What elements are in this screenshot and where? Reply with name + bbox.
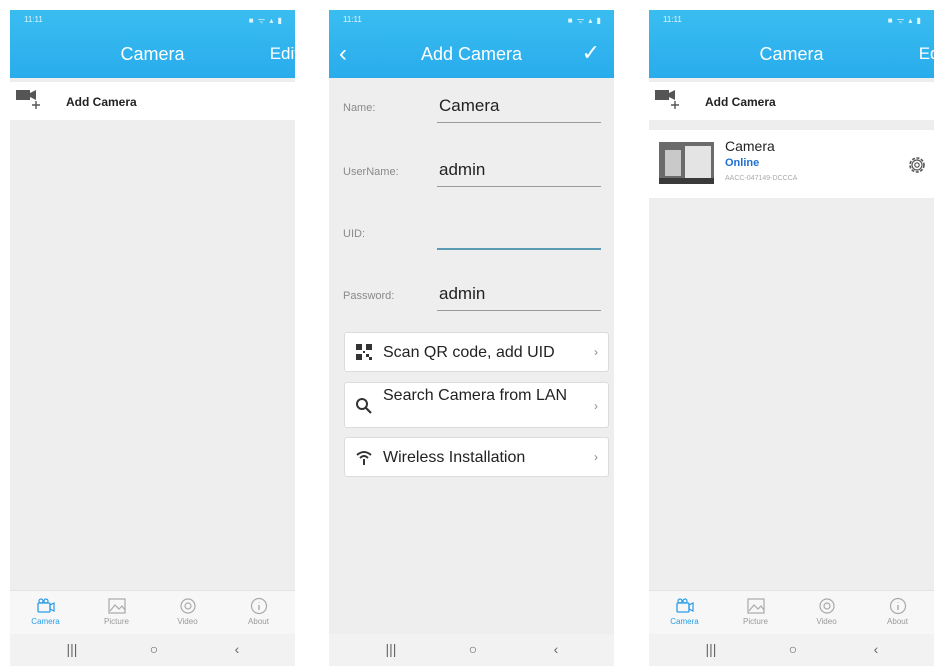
card-label: Wireless Installation bbox=[383, 449, 526, 466]
add-camera-row[interactable]: Add Camera bbox=[649, 82, 934, 120]
card-label: Search Camera from LAN bbox=[383, 387, 568, 404]
status-icons: ■ ᯤ ▴ ▮ bbox=[887, 16, 922, 25]
status-time: 11:11 bbox=[663, 15, 682, 24]
status-bar: 11:11 ■ ᯤ ▴ ▮ bbox=[10, 10, 295, 30]
tab-label: Camera bbox=[670, 617, 699, 626]
home-button[interactable]: ○ bbox=[134, 641, 174, 657]
scan-qr-button[interactable]: Scan QR code, add UID › bbox=[344, 332, 609, 372]
tab-camera[interactable]: Camera bbox=[10, 591, 81, 635]
confirm-check-icon[interactable]: ✓ bbox=[582, 40, 600, 66]
wifi-icon bbox=[356, 451, 372, 465]
add-camera-label: Add Camera bbox=[705, 95, 776, 109]
field-label: UID: bbox=[343, 228, 365, 240]
tab-label: About bbox=[248, 617, 269, 626]
camera-icon bbox=[36, 598, 55, 613]
back-nav-button[interactable]: ‹ bbox=[536, 641, 576, 657]
home-button[interactable]: ○ bbox=[453, 641, 493, 657]
app-header: 11:11 ■ ᯤ ▴ ▮ ‹ Add Camera ✓ bbox=[329, 10, 614, 78]
page-title: Add Camera bbox=[420, 44, 523, 64]
field-label: UserName: bbox=[343, 166, 399, 178]
info-icon bbox=[889, 597, 906, 615]
recents-button[interactable]: ||| bbox=[371, 641, 411, 657]
field-label: Password: bbox=[343, 290, 395, 302]
tab-label: Camera bbox=[31, 617, 60, 626]
qr-code-icon bbox=[356, 344, 372, 360]
add-camera-screen: 11:11 ■ ᯤ ▴ ▮ ‹ Add Camera ✓ Name: Camer… bbox=[329, 10, 614, 666]
tab-label: Video bbox=[177, 617, 198, 626]
edit-button[interactable]: Edit bbox=[919, 44, 934, 64]
back-nav-button[interactable]: ‹ bbox=[856, 641, 896, 657]
field-value[interactable]: admin bbox=[439, 284, 485, 304]
system-nav-bar: ||| ○ ‹ bbox=[329, 634, 614, 666]
camera-device-row[interactable]: Camera Online AACC-047149-DCCCA bbox=[649, 130, 934, 198]
app-header: 11:11 ■ ᯤ ▴ ▮ Camera Edit bbox=[10, 10, 295, 78]
tab-label: About bbox=[887, 617, 908, 626]
field-underline bbox=[437, 310, 601, 311]
tab-label: Picture bbox=[743, 617, 768, 626]
card-label: Scan QR code, add UID bbox=[383, 344, 555, 361]
chevron-right-icon: › bbox=[594, 450, 598, 464]
camera-uid: AACC-047149-DCCCA bbox=[725, 175, 798, 182]
recents-button[interactable]: ||| bbox=[691, 641, 731, 657]
status-time: 11:11 bbox=[24, 15, 43, 24]
status-bar: 11:11 ■ ᯤ ▴ ▮ bbox=[329, 10, 614, 30]
video-icon bbox=[818, 598, 835, 614]
status-icons: ■ ᯤ ▴ ▮ bbox=[248, 16, 283, 25]
tab-bar: Camera Picture Video About bbox=[649, 590, 934, 635]
field-underline bbox=[437, 122, 601, 123]
search-lan-button[interactable]: Search Camera from LAN › bbox=[344, 382, 609, 428]
status-bar: 11:11 ■ ᯤ ▴ ▮ bbox=[649, 10, 934, 30]
edit-button[interactable]: Edit bbox=[270, 44, 295, 64]
camera-icon bbox=[675, 598, 694, 613]
tab-picture[interactable]: Picture bbox=[720, 591, 791, 635]
status-icons: ■ ᯤ ▴ ▮ bbox=[567, 16, 602, 25]
field-underline bbox=[437, 248, 601, 250]
chevron-right-icon: › bbox=[594, 399, 598, 413]
add-camera-icon bbox=[16, 90, 40, 109]
tab-label: Video bbox=[816, 617, 837, 626]
add-camera-icon bbox=[655, 90, 679, 109]
tab-about[interactable]: About bbox=[862, 591, 933, 635]
username-field[interactable]: UserName: admin bbox=[343, 152, 614, 192]
recents-button[interactable]: ||| bbox=[52, 641, 92, 657]
chevron-right-icon: › bbox=[594, 345, 598, 359]
home-button[interactable]: ○ bbox=[773, 641, 813, 657]
camera-thumbnail[interactable] bbox=[659, 142, 714, 184]
tab-video[interactable]: Video bbox=[152, 591, 223, 635]
back-nav-button[interactable]: ‹ bbox=[217, 641, 257, 657]
tab-about[interactable]: About bbox=[223, 591, 294, 635]
info-icon bbox=[250, 597, 267, 615]
page-title: Camera bbox=[120, 44, 185, 64]
system-nav-bar: ||| ○ ‹ bbox=[10, 634, 295, 666]
add-camera-row[interactable]: Add Camera bbox=[10, 82, 295, 120]
password-field[interactable]: Password: admin bbox=[343, 276, 614, 316]
thumbnail-image bbox=[659, 142, 714, 184]
tab-bar: Camera Picture Video About bbox=[10, 590, 295, 635]
app-header: 11:11 ■ ᯤ ▴ ▮ Camera Edit bbox=[649, 10, 934, 78]
field-label: Name: bbox=[343, 102, 376, 114]
camera-list-screen-empty: 11:11 ■ ᯤ ▴ ▮ Camera Edit Add Camera Cam… bbox=[10, 10, 295, 666]
system-nav-bar: ||| ○ ‹ bbox=[649, 634, 934, 666]
field-value[interactable]: Camera bbox=[439, 96, 499, 116]
page-title: Camera bbox=[759, 44, 824, 64]
camera-list-screen: 11:11 ■ ᯤ ▴ ▮ Camera Edit Add Camera Cam… bbox=[649, 10, 934, 666]
camera-status: Online bbox=[725, 157, 760, 169]
picture-icon bbox=[746, 598, 765, 614]
tab-camera[interactable]: Camera bbox=[649, 591, 720, 635]
status-time: 11:11 bbox=[343, 15, 362, 24]
uid-field[interactable]: UID: bbox=[343, 214, 614, 254]
field-underline bbox=[437, 186, 601, 187]
search-icon bbox=[356, 398, 372, 414]
video-icon bbox=[179, 598, 196, 614]
gear-icon[interactable] bbox=[906, 154, 928, 176]
name-field[interactable]: Name: Camera bbox=[343, 88, 614, 128]
camera-name: Camera bbox=[725, 138, 775, 154]
field-value[interactable]: admin bbox=[439, 160, 485, 180]
tab-video[interactable]: Video bbox=[791, 591, 862, 635]
add-camera-label: Add Camera bbox=[66, 95, 137, 109]
wireless-installation-button[interactable]: Wireless Installation › bbox=[344, 437, 609, 477]
tab-picture[interactable]: Picture bbox=[81, 591, 152, 635]
tab-label: Picture bbox=[104, 617, 129, 626]
picture-icon bbox=[107, 598, 126, 614]
